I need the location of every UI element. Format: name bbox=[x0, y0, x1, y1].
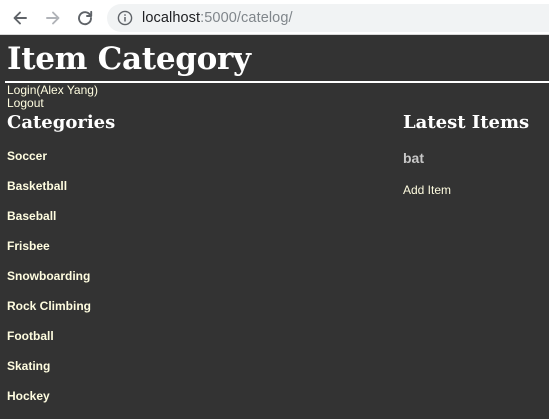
category-list: Soccer Basketball Baseball Frisbee Snowb… bbox=[7, 149, 91, 419]
page-content: Item Category Login(Alex Yang) Logout Ca… bbox=[0, 36, 549, 414]
category-item-baseball[interactable]: Baseball bbox=[7, 209, 91, 239]
category-item-skating[interactable]: Skating bbox=[7, 359, 91, 389]
reload-button[interactable] bbox=[75, 8, 95, 28]
category-item-soccer[interactable]: Soccer bbox=[7, 149, 91, 179]
latest-item-bat[interactable]: bat bbox=[403, 150, 424, 166]
page-title: Item Category bbox=[7, 41, 251, 77]
categories-heading: Categories bbox=[7, 112, 116, 133]
forward-arrow-icon bbox=[46, 11, 60, 25]
reload-icon bbox=[78, 10, 93, 26]
back-arrow-icon bbox=[13, 11, 27, 25]
url-path: :5000/catelog/ bbox=[200, 10, 293, 26]
category-item-basketball[interactable]: Basketball bbox=[7, 179, 91, 209]
logout-link[interactable]: Logout bbox=[7, 97, 44, 110]
back-button[interactable] bbox=[10, 8, 30, 28]
address-bar[interactable]: localhost:5000/catelog/ bbox=[107, 4, 549, 32]
latest-items-heading: Latest Items bbox=[403, 112, 530, 133]
category-item-hockey[interactable]: Hockey bbox=[7, 389, 91, 419]
add-item-link[interactable]: Add Item bbox=[403, 183, 451, 197]
category-item-rock-climbing[interactable]: Rock Climbing bbox=[7, 299, 91, 329]
url-host: localhost bbox=[142, 10, 201, 26]
category-item-snowboarding[interactable]: Snowboarding bbox=[7, 269, 91, 299]
info-icon[interactable] bbox=[117, 10, 133, 26]
url-text: localhost:5000/catelog/ bbox=[142, 10, 293, 26]
category-item-football[interactable]: Football bbox=[7, 329, 91, 359]
forward-button[interactable] bbox=[43, 8, 63, 28]
category-item-frisbee[interactable]: Frisbee bbox=[7, 239, 91, 269]
browser-toolbar: localhost:5000/catelog/ bbox=[0, 0, 549, 35]
